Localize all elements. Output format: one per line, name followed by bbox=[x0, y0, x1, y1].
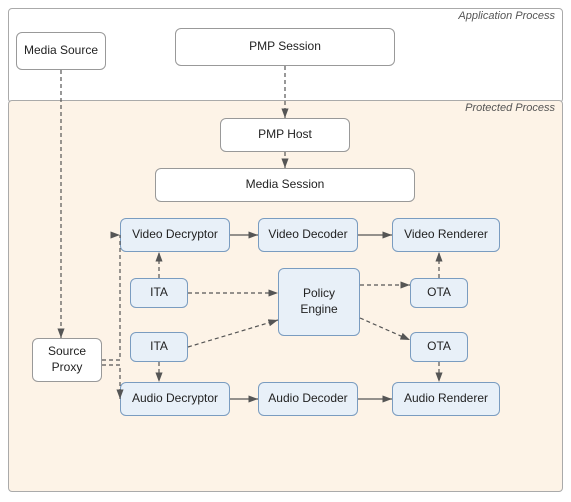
audio-renderer-box: Audio Renderer bbox=[392, 382, 500, 416]
diagram-container: Application Process Protected Process Me… bbox=[0, 0, 571, 502]
ota-top-box: OTA bbox=[410, 278, 468, 308]
policy-engine-box: Policy Engine bbox=[278, 268, 360, 336]
media-source-box: Media Source bbox=[16, 32, 106, 70]
pmp-host-box: PMP Host bbox=[220, 118, 350, 152]
ita-top-box: ITA bbox=[130, 278, 188, 308]
video-decoder-box: Video Decoder bbox=[258, 218, 358, 252]
audio-decoder-box: Audio Decoder bbox=[258, 382, 358, 416]
video-renderer-box: Video Renderer bbox=[392, 218, 500, 252]
media-session-box: Media Session bbox=[155, 168, 415, 202]
ita-bottom-box: ITA bbox=[130, 332, 188, 362]
audio-decryptor-box: Audio Decryptor bbox=[120, 382, 230, 416]
app-process-label: Application Process bbox=[458, 10, 555, 22]
video-decryptor-box: Video Decryptor bbox=[120, 218, 230, 252]
pmp-session-box: PMP Session bbox=[175, 28, 395, 66]
ota-bottom-box: OTA bbox=[410, 332, 468, 362]
protected-process-label: Protected Process bbox=[465, 102, 555, 114]
source-proxy-box: Source Proxy bbox=[32, 338, 102, 382]
